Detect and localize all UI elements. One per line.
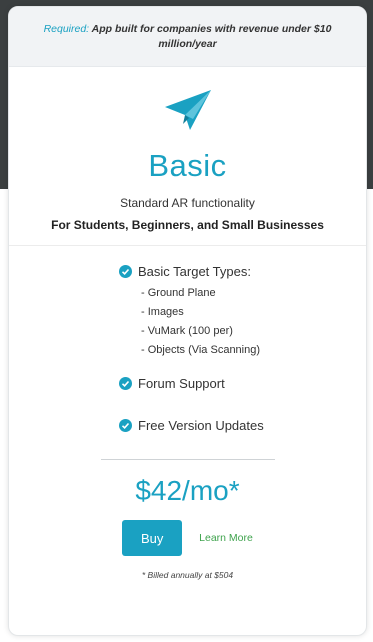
- check-circle-icon: [119, 264, 132, 278]
- target-type-item: - Objects (Via Scanning): [141, 344, 261, 356]
- paper-plane-icon: [164, 90, 211, 130]
- section-divider: [9, 245, 366, 246]
- target-type-item: - Images: [141, 306, 184, 318]
- check-circle-icon: [119, 418, 132, 432]
- feature-label: Free Version Updates: [138, 417, 264, 433]
- price-divider: [100, 459, 275, 460]
- plan-name: Basic: [148, 148, 227, 183]
- feature-label: Forum Support: [138, 375, 225, 391]
- plan-audience: For Students, Beginners, and Small Busin…: [51, 218, 324, 232]
- feature-list: Basic Target Types: - Ground Plane - Ima…: [9, 262, 366, 434]
- pricing-card-basic: Required: App built for companies with r…: [8, 6, 367, 636]
- plan-price: $42/mo*: [135, 475, 240, 506]
- check-circle-icon: [119, 376, 132, 390]
- requirement-text: App built for companies with revenue und…: [91, 22, 332, 50]
- learn-more-link[interactable]: Learn More: [199, 532, 253, 544]
- feature-version-updates: Free Version Updates: [119, 416, 366, 434]
- plan-actions: Buy Learn More: [9, 520, 366, 556]
- buy-button[interactable]: Buy: [122, 520, 183, 556]
- required-label: Required:: [43, 22, 90, 35]
- feature-forum-support: Forum Support: [119, 374, 366, 392]
- feature-label: Basic Target Types:: [138, 263, 251, 279]
- feature-target-types: Basic Target Types:: [119, 262, 366, 280]
- requirement-notice: Required: App built for companies with r…: [9, 7, 366, 67]
- target-type-item: - Ground Plane: [141, 287, 216, 299]
- target-type-sublist: - Ground Plane - Images - VuMark (100 pe…: [119, 284, 366, 360]
- target-type-item: - VuMark (100 per): [141, 325, 233, 337]
- billing-footnote: * Billed annually at $504: [141, 570, 234, 580]
- plan-icon-wrap: [9, 86, 366, 136]
- plan-subtitle: Standard AR functionality: [120, 196, 255, 210]
